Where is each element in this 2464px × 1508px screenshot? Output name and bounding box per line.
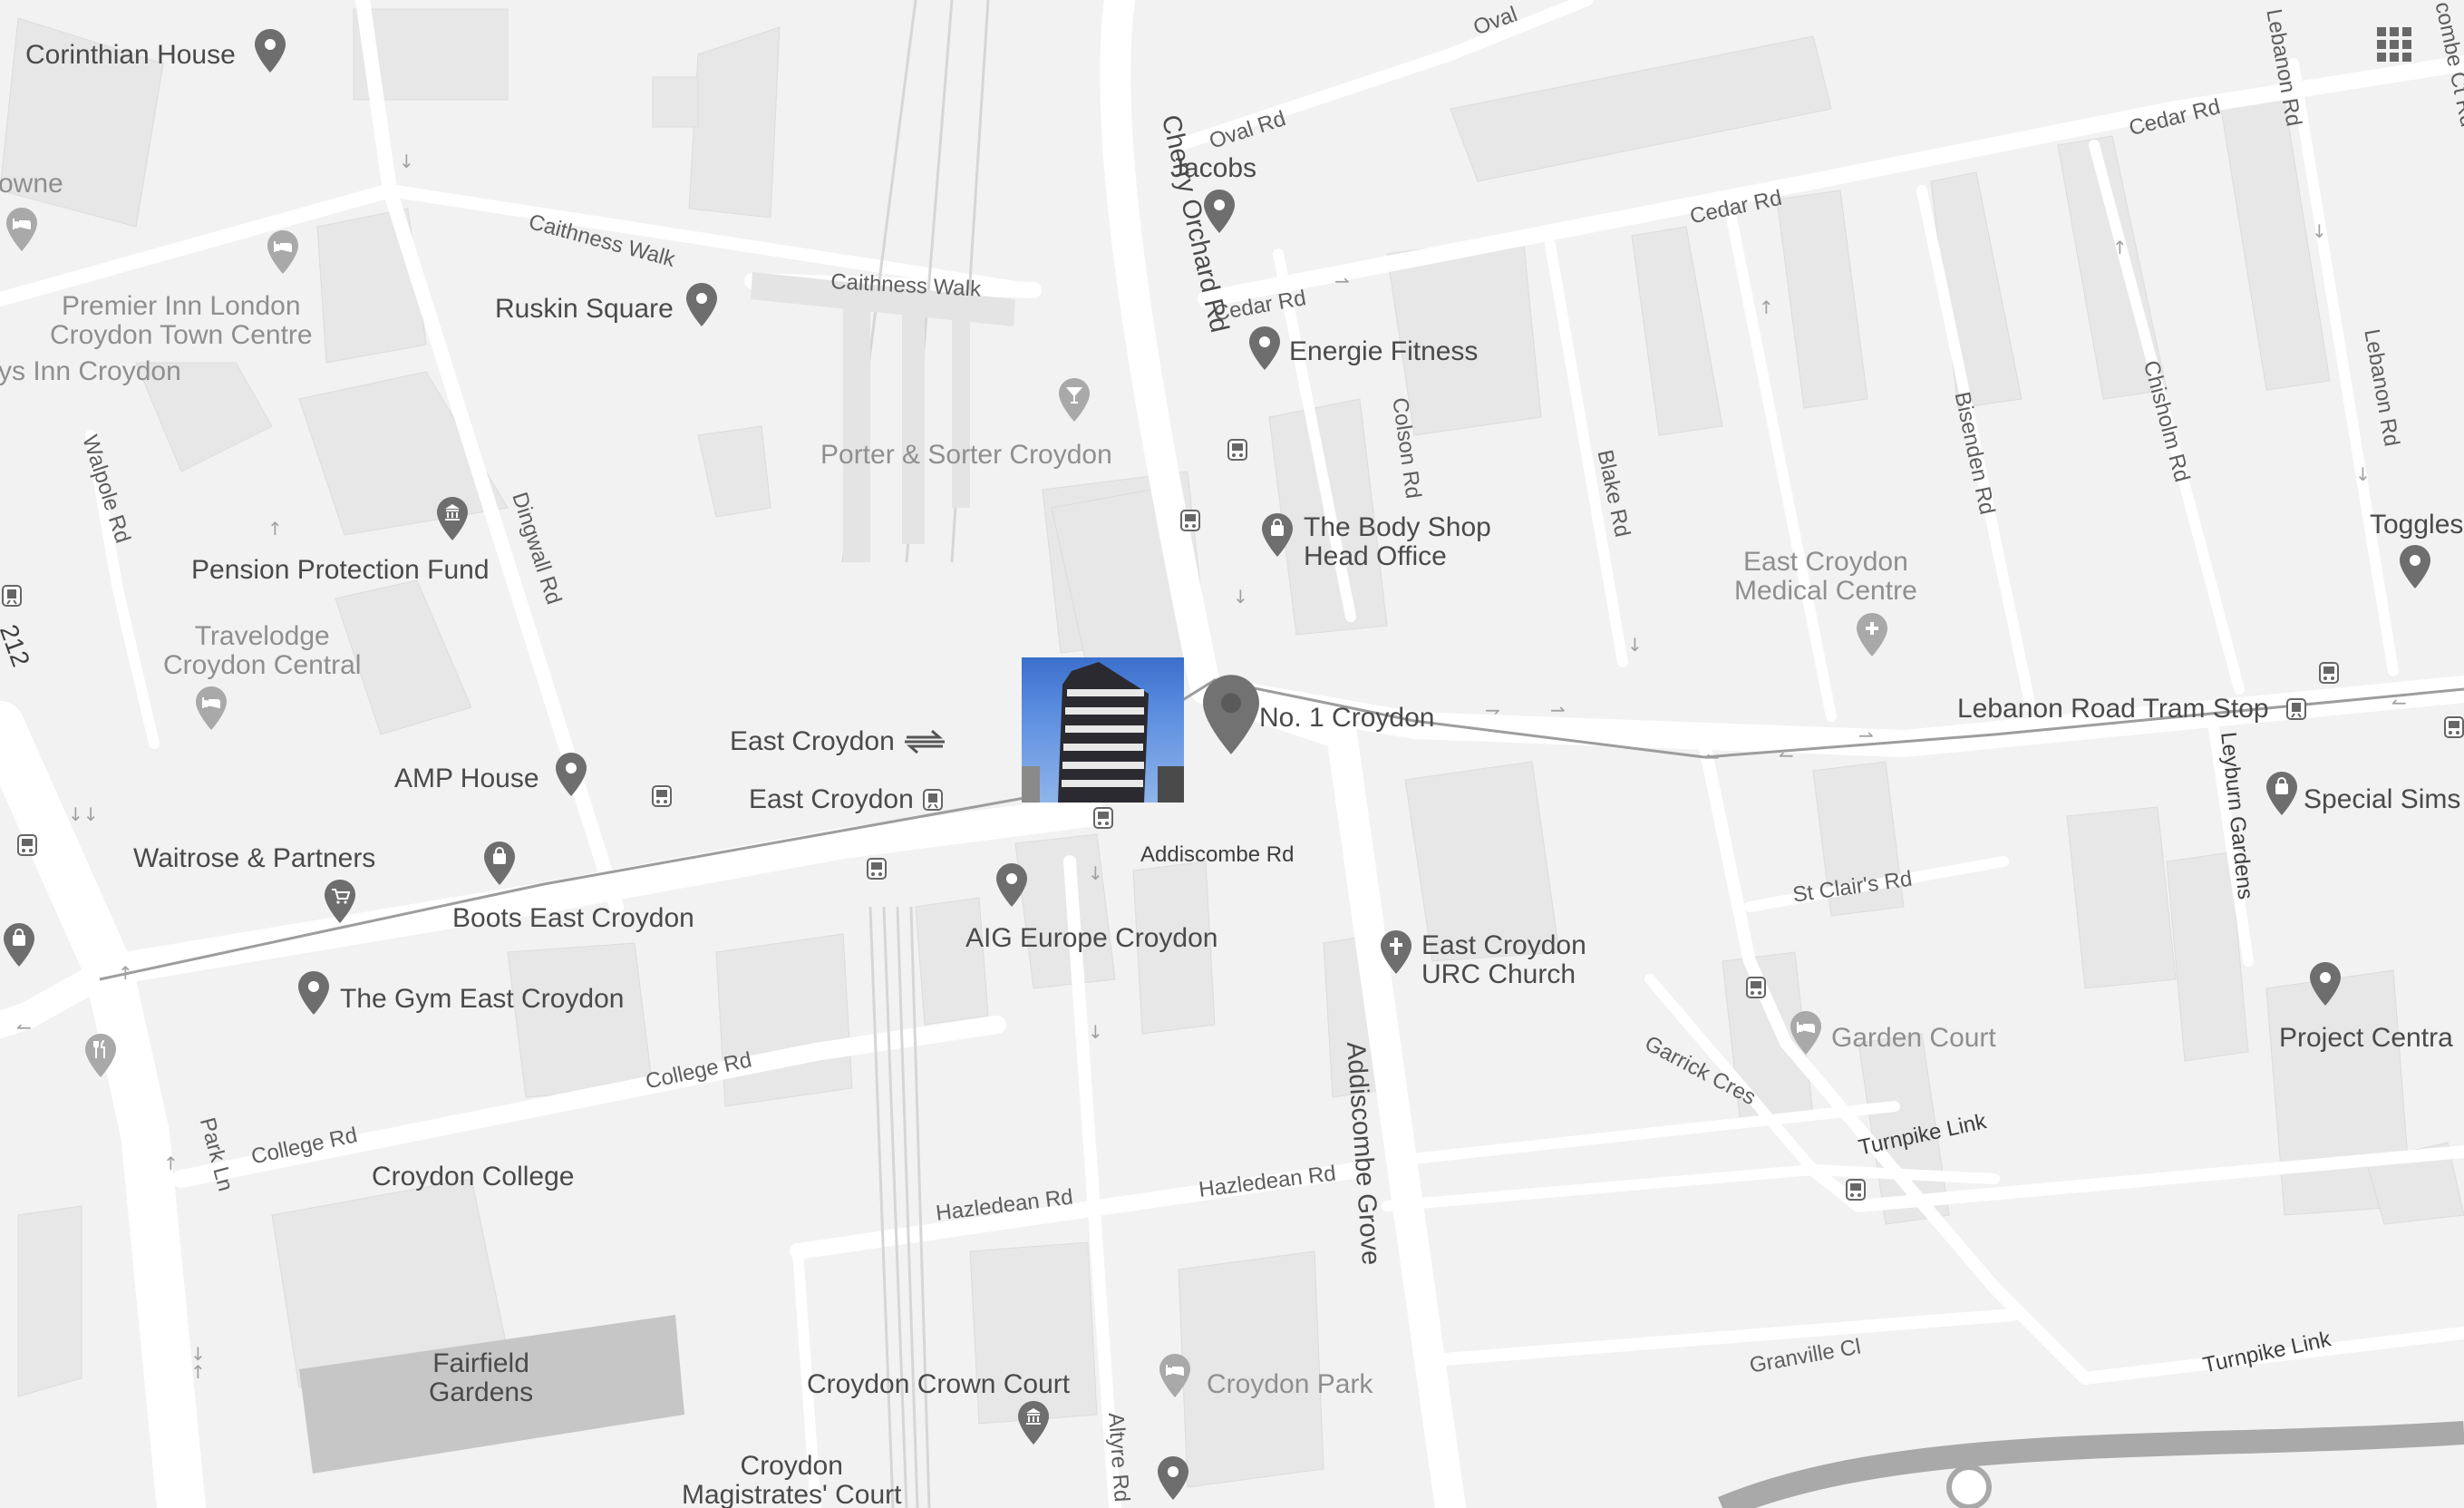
hotel-pin-icon[interactable] xyxy=(196,686,227,730)
location-pin-icon[interactable] xyxy=(556,753,587,796)
museum-pin-icon[interactable] xyxy=(1018,1401,1049,1445)
svg-text:↑: ↑ xyxy=(118,962,133,984)
selected-location-pin-icon[interactable] xyxy=(1203,671,1259,758)
hotel-pin-icon[interactable] xyxy=(1159,1354,1190,1397)
poi-label[interactable]: The Gym East Croydon xyxy=(340,985,624,1014)
shopping-bag-pin-icon[interactable] xyxy=(2266,772,2297,815)
medical-pin-icon[interactable] xyxy=(1857,613,1887,657)
street-label: Altyre Rd xyxy=(1103,1411,1134,1503)
station-label[interactable]: East Croydon xyxy=(749,785,914,814)
poi-label[interactable]: Boots East Croydon xyxy=(452,904,694,933)
location-pin-icon[interactable] xyxy=(996,863,1027,907)
poi-label[interactable]: Croydon Crown Court xyxy=(807,1370,1070,1399)
svg-text:↼: ↼ xyxy=(1779,744,1794,766)
poi-label[interactable]: Premier Inn London Croydon Town Centre xyxy=(50,292,313,349)
svg-text:↼: ↼ xyxy=(2391,692,2407,714)
poi-label[interactable]: Pension Protection Fund xyxy=(191,556,490,585)
bus-stop-icon[interactable] xyxy=(17,834,37,856)
poi-label[interactable]: Waitrose & Partners xyxy=(133,844,375,873)
bus-stop-icon[interactable] xyxy=(1180,510,1200,531)
poi-label[interactable]: Energie Fitness xyxy=(1289,337,1478,366)
station-label[interactable]: East Croydon xyxy=(730,727,895,756)
rail-station-icon[interactable] xyxy=(903,728,946,755)
building-photo-image xyxy=(1022,662,1184,803)
svg-text:⇀: ⇀ xyxy=(1334,270,1350,292)
svg-text:↑: ↑ xyxy=(267,518,283,540)
park-label[interactable]: Fairfield Gardens xyxy=(429,1349,533,1406)
bus-stop-icon[interactable] xyxy=(1093,807,1113,829)
svg-text:↓: ↓ xyxy=(2355,463,2371,485)
svg-text:⇀: ⇀ xyxy=(1550,699,1566,721)
poi-label[interactable]: Toggles xyxy=(2370,511,2463,540)
bus-stop-icon[interactable] xyxy=(2319,662,2339,684)
hotel-pin-icon[interactable] xyxy=(1790,1011,1821,1055)
location-pin-icon[interactable] xyxy=(298,971,329,1015)
shopping-bag-pin-icon[interactable] xyxy=(484,842,515,885)
svg-text:↓↓: ↓↓ xyxy=(68,803,99,825)
svg-text:⇀: ⇀ xyxy=(1858,725,1874,746)
poi-label[interactable]: Croydon College xyxy=(372,1163,574,1192)
apps-grid-icon[interactable] xyxy=(2375,25,2413,62)
location-pin-icon[interactable] xyxy=(2310,962,2341,1006)
selected-place-label[interactable]: No. 1 Croydon xyxy=(1259,704,1434,733)
svg-text:↓: ↓ xyxy=(1088,862,1103,884)
svg-text:↑: ↑ xyxy=(163,1153,179,1174)
map-canvas[interactable]: ⇀ ↓ ⇁ ⇀ ↼ ↼ ⇀ ↼ ↓ ↓ ↑ ↑ ↓ ↓ ↓ ↑ ↑ ↑ ↓↓ ↓… xyxy=(0,0,2464,1508)
bus-stop-icon[interactable] xyxy=(2444,716,2464,738)
street-label: Addiscombe Rd xyxy=(1140,842,1295,867)
poi-label[interactable]: Croydon Park xyxy=(1207,1370,1373,1399)
poi-label[interactable]: East Croydon URC Church xyxy=(1421,931,1586,988)
poi-label[interactable]: Project Centra xyxy=(2279,1024,2453,1053)
hotel-pin-icon[interactable] xyxy=(6,208,37,251)
poi-label[interactable]: The Body Shop Head Office xyxy=(1304,513,1491,570)
svg-text:↓: ↓ xyxy=(190,1343,206,1365)
bus-stop-icon[interactable] xyxy=(1846,1179,1866,1201)
svg-text:↓: ↓ xyxy=(1233,586,1248,608)
location-pin-icon[interactable] xyxy=(1249,326,1280,370)
svg-text:⇁: ⇁ xyxy=(1485,699,1500,721)
shopping-cart-pin-icon[interactable] xyxy=(325,880,355,923)
svg-text:↓: ↓ xyxy=(2312,220,2327,242)
svg-text:↼: ↼ xyxy=(16,1017,32,1038)
svg-text:↑: ↑ xyxy=(2112,237,2128,258)
station-label[interactable]: Lebanon Road Tram Stop xyxy=(1957,695,2269,724)
poi-label[interactable]: Corinthian House xyxy=(25,41,236,70)
location-pin-icon[interactable] xyxy=(255,29,286,73)
poi-label[interactable]: AMP House xyxy=(394,764,539,793)
tram-stop-icon[interactable] xyxy=(923,789,943,811)
poi-label[interactable]: East Croydon Medical Centre xyxy=(1734,548,1917,605)
shopping-bag-pin-icon[interactable] xyxy=(1262,513,1293,557)
svg-text:↼: ↼ xyxy=(1704,746,1720,768)
poi-label[interactable]: Croydon Magistrates' Court xyxy=(682,1452,901,1508)
bus-stop-icon[interactable] xyxy=(867,858,887,880)
poi-label[interactable]: owne xyxy=(0,170,63,199)
bus-stop-icon[interactable] xyxy=(652,785,672,807)
restaurant-pin-icon[interactable] xyxy=(85,1034,116,1077)
place-photo-thumbnail[interactable] xyxy=(1022,657,1184,803)
poi-label[interactable]: Porter & Sorter Croydon xyxy=(820,441,1112,470)
poi-label[interactable]: Special Sims xyxy=(2304,785,2460,814)
location-pin-icon[interactable] xyxy=(1158,1456,1188,1500)
church-pin-icon[interactable] xyxy=(1381,930,1411,974)
svg-text:↑: ↑ xyxy=(1759,297,1774,318)
poi-label[interactable]: Ruskin Square xyxy=(495,295,674,324)
bus-stop-icon[interactable] xyxy=(1227,439,1247,461)
hotel-pin-icon[interactable] xyxy=(267,230,298,274)
poi-label[interactable]: AIG Europe Croydon xyxy=(965,924,1217,953)
shopping-bag-pin-icon[interactable] xyxy=(4,923,34,967)
poi-label[interactable]: Travelodge Croydon Central xyxy=(163,622,361,679)
poi-label[interactable]: ys Inn Croydon xyxy=(0,357,181,386)
museum-pin-icon[interactable] xyxy=(437,497,468,540)
tram-stop-icon[interactable] xyxy=(2,585,22,607)
svg-text:↓: ↓ xyxy=(1627,634,1643,656)
bus-stop-icon[interactable] xyxy=(1746,977,1766,998)
tram-stop-icon[interactable] xyxy=(2286,698,2306,720)
bar-pin-icon[interactable] xyxy=(1059,378,1090,422)
svg-text:↓: ↓ xyxy=(1088,1021,1103,1043)
location-pin-icon[interactable] xyxy=(686,283,717,326)
poi-label[interactable]: Garden Court xyxy=(1831,1024,1996,1053)
location-pin-icon[interactable] xyxy=(2400,545,2430,589)
svg-text:↓: ↓ xyxy=(399,151,414,172)
